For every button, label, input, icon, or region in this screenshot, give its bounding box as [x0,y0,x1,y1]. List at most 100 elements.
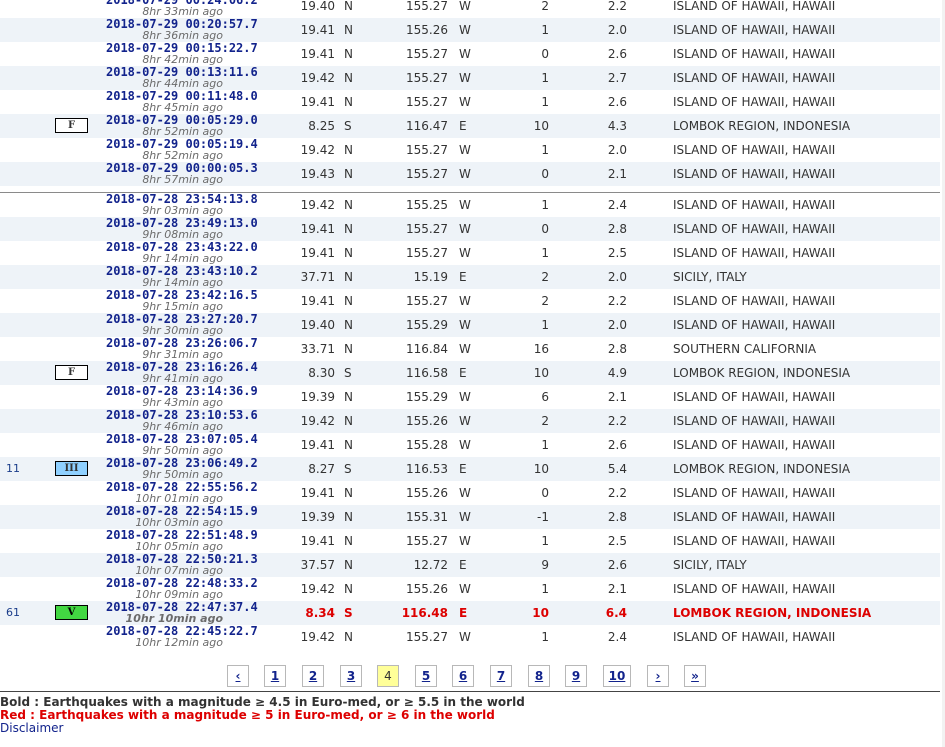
table-row[interactable]: 2018-07-29 00:13:11.6 8hr 44min ago 19.42 N… [0,66,940,90]
table-row[interactable]: 2018-07-29 00:05:19.4 8hr 52min ago 19.42 N… [0,138,940,163]
intensity-badge[interactable]: V [55,605,88,620]
longitude-hemisphere: W [459,95,471,109]
page-link-current: 4 [377,665,399,687]
intensity-badge[interactable]: F [55,365,88,380]
testimony-count[interactable] [6,162,46,186]
datetime-cell: 2018-07-29 00:13:11.6 8hr 44min ago [90,66,280,91]
table-row[interactable]: 2018-07-28 22:45:22.7 10hr 12min ago 19.42… [0,625,940,650]
disclaimer-link[interactable]: Disclaimer [0,721,63,735]
prev-page-link[interactable]: ‹ [227,665,249,687]
table-row[interactable]: 2018-07-29 00:11:48.0 8hr 45min ago 19.41 N… [0,90,940,115]
region-name: ISLAND OF HAWAII, HAWAII [673,71,836,85]
testimony-count[interactable] [6,481,46,505]
latitude-value: 37.71 [300,270,335,284]
datetime-cell: 2018-07-28 22:55:56.2 10hr 01min ago [90,481,280,506]
table-row[interactable]: 2018-07-29 00:15:22.7 8hr 42min ago 19.41 N… [0,42,940,67]
page-link-10[interactable]: 10 [603,665,631,687]
table-row[interactable]: 2018-07-28 23:43:22.0 9hr 14min ago 19.41 N… [0,241,940,266]
testimony-count[interactable] [6,138,46,162]
testimony-count[interactable] [6,114,46,138]
page-link-2[interactable]: 2 [302,665,324,687]
page-link-1[interactable]: 1 [264,665,286,687]
table-row[interactable]: 2018-07-28 22:51:48.9 10hr 05min ago 19.41… [0,529,940,554]
table-row[interactable]: F 2018-07-28 23:16:26.4 9hr 41min ago 8.30 S… [0,361,940,385]
datetime-cell: 2018-07-29 00:24:06.2 8hr 33min ago [90,0,280,18]
testimony-count[interactable] [6,313,46,337]
table-row[interactable]: 2018-07-28 23:07:05.4 9hr 50min ago 19.41 N… [0,433,940,458]
page-link-5[interactable]: 5 [415,665,437,687]
testimony-count[interactable] [6,433,46,457]
testimony-count[interactable] [6,577,46,601]
testimony-count[interactable] [6,529,46,553]
depth-value: 2 [541,414,549,428]
longitude-hemisphere: W [459,246,471,260]
testimony-count[interactable]: 11 [6,457,46,481]
table-row[interactable]: 2018-07-28 23:14:36.9 9hr 43min ago 19.39 N… [0,385,940,410]
table-row[interactable]: 2018-07-28 22:54:15.9 10hr 03min ago 19.39… [0,505,940,529]
table-row[interactable]: 2018-07-28 23:54:13.8 9hr 03min ago 19.42 N… [0,192,940,217]
region-name: ISLAND OF HAWAII, HAWAII [673,95,836,109]
region-name: LOMBOK REGION, INDONESIA [673,462,851,476]
testimony-count[interactable] [6,625,46,649]
page-link-6[interactable]: 6 [452,665,474,687]
latitude-value: 19.41 [300,486,335,500]
table-row[interactable]: 2018-07-28 23:10:53.6 9hr 46min ago 19.42 N… [0,409,940,433]
testimony-count[interactable] [6,66,46,90]
testimony-count[interactable] [6,337,46,361]
page-link-9[interactable]: 9 [565,665,587,687]
latitude-hemisphere: N [344,486,353,500]
testimony-count[interactable] [6,385,46,409]
latitude-value: 19.42 [300,414,335,428]
longitude-value: 116.47 [406,119,448,133]
next-page-link[interactable]: › [647,665,669,687]
testimony-count[interactable] [6,193,46,217]
table-row[interactable]: 2018-07-28 22:50:21.3 10hr 07min ago 37.57… [0,553,940,577]
latitude-value: 19.40 [300,0,335,13]
longitude-hemisphere: E [459,366,467,380]
latitude-hemisphere: N [344,438,353,452]
table-row[interactable]: 2018-07-28 23:26:06.7 9hr 31min ago 33.71 N… [0,337,940,362]
latitude-value: 19.41 [300,47,335,61]
datetime-cell: 2018-07-28 23:10:53.6 9hr 46min ago [90,409,280,434]
longitude-hemisphere: W [459,582,471,596]
table-row[interactable]: 2018-07-28 22:48:33.2 10hr 09min ago 19.42… [0,577,940,602]
testimony-count[interactable] [6,289,46,313]
testimony-count[interactable] [6,553,46,577]
region-name: ISLAND OF HAWAII, HAWAII [673,0,836,13]
table-row[interactable]: 2018-07-28 23:27:20.7 9hr 30min ago 19.40 N… [0,313,940,337]
testimony-count[interactable] [6,505,46,529]
testimony-count[interactable] [6,18,46,42]
table-row[interactable]: 2018-07-29 00:00:05.3 8hr 57min ago 19.43 N… [0,162,940,186]
table-row[interactable]: F 2018-07-29 00:05:29.0 8hr 52min ago 8.25 S… [0,114,940,138]
page-link-8[interactable]: 8 [528,665,550,687]
testimony-count[interactable] [6,0,46,18]
table-row[interactable]: 11 III 2018-07-28 23:06:49.2 9hr 50min ago 8… [0,457,940,481]
last-page-link[interactable]: » [684,665,706,687]
table-row[interactable]: 2018-07-28 22:55:56.2 10hr 01min ago 19.41… [0,481,940,506]
testimony-count[interactable] [6,265,46,289]
intensity-badge[interactable]: III [55,461,88,476]
magnitude-value: 2.0 [607,143,627,157]
table-row[interactable]: 61 V 2018-07-28 22:47:37.4 10hr 10min ago 8.… [0,601,940,625]
latitude-hemisphere: N [344,47,353,61]
table-row[interactable]: 2018-07-29 00:20:57.7 8hr 36min ago 19.41 N… [0,18,940,42]
latitude-value: 19.42 [300,71,335,85]
table-row[interactable]: 2018-07-28 23:43:10.2 9hr 14min ago 37.71 N… [0,265,940,289]
datetime-cell: 2018-07-29 00:05:29.0 8hr 52min ago [90,114,280,139]
table-row[interactable]: 2018-07-28 23:49:13.0 9hr 08min ago 19.41 N… [0,217,940,241]
table-row[interactable]: 2018-07-28 23:42:16.5 9hr 15min ago 19.41 N… [0,289,940,314]
depth-value: 1 [541,582,549,596]
testimony-count[interactable] [6,409,46,433]
table-row[interactable]: 2018-07-29 00:24:06.2 8hr 33min ago 19.40 N… [0,0,940,18]
page-link-3[interactable]: 3 [340,665,362,687]
testimony-count[interactable] [6,42,46,66]
datetime-cell: 2018-07-29 00:11:48.0 8hr 45min ago [90,90,280,115]
testimony-count[interactable]: 61 [6,601,46,625]
page-link-7[interactable]: 7 [490,665,512,687]
longitude-value: 155.27 [406,630,448,644]
intensity-badge[interactable]: F [55,118,88,133]
testimony-count[interactable] [6,217,46,241]
testimony-count[interactable] [6,241,46,265]
testimony-count[interactable] [6,90,46,114]
testimony-count[interactable] [6,361,46,385]
